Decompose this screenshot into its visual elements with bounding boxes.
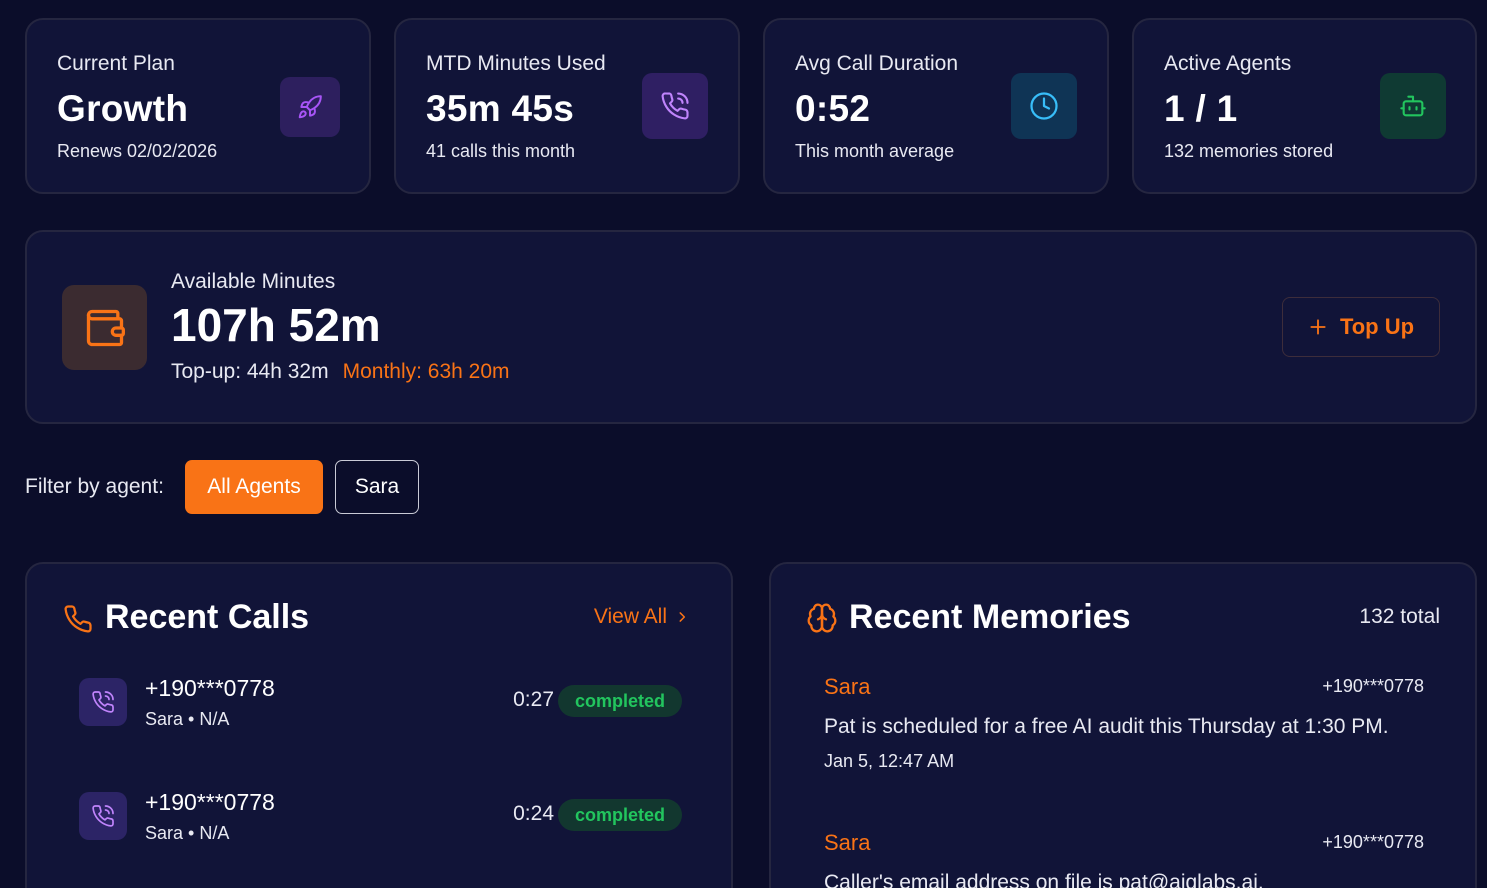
recent-memories-panel: Recent Memories 132 total Sara +190***07…: [769, 562, 1477, 888]
plus-icon: [1310, 319, 1326, 335]
stat-card-current-plan: Current Plan Growth Renews 02/02/2026: [25, 18, 371, 194]
available-minutes-label: Available Minutes: [171, 270, 336, 293]
stat-value: 35m 45s: [426, 88, 575, 129]
stat-label: Current Plan: [57, 52, 175, 75]
stat-card-avg-duration: Avg Call Duration 0:52 This month averag…: [763, 18, 1109, 194]
status-badge: completed: [558, 685, 682, 717]
phone-icon: [64, 605, 92, 633]
view-all-link[interactable]: View All: [594, 605, 689, 629]
clock-icon: [1011, 73, 1077, 139]
memories-total: 132 total: [1359, 605, 1440, 628]
memory-agent: Sara: [824, 674, 871, 699]
memory-text: Caller's email address on file is pat@ai…: [824, 871, 1264, 888]
memory-agent: Sara: [824, 830, 871, 855]
call-row[interactable]: +190***0778 Sara • N/A 0:27 completed: [79, 675, 689, 738]
stat-label: Active Agents: [1164, 52, 1292, 75]
bot-icon: [1380, 73, 1446, 139]
monthly-minutes: Monthly: 63h 20m: [342, 360, 510, 383]
filter-chip-all-agents[interactable]: All Agents: [185, 460, 323, 514]
call-number: +190***0778: [145, 675, 275, 701]
memory-phone: +190***0778: [1322, 832, 1424, 852]
phone-call-icon: [79, 678, 127, 726]
call-row[interactable]: +190***0778 Sara • N/A 0:24 completed: [79, 789, 689, 852]
available-minutes-card: Available Minutes 107h 52m Top-up: 44h 3…: [25, 230, 1477, 424]
chevron-right-icon: [679, 612, 686, 622]
memory-date: Jan 5, 12:47 AM: [824, 751, 955, 771]
memory-item[interactable]: Sara +190***0778 Pat is scheduled for a …: [824, 674, 1424, 774]
filter-chip-sara[interactable]: Sara: [335, 460, 419, 514]
stat-value: 1 / 1: [1164, 88, 1238, 129]
recent-calls-panel: Recent Calls View All +190***0778 Sara •…: [25, 562, 733, 888]
stat-label: MTD Minutes Used: [426, 52, 606, 75]
recent-calls-title: Recent Calls: [105, 598, 310, 636]
status-badge: completed: [558, 799, 682, 831]
call-meta: Sara • N/A: [145, 823, 230, 843]
stat-sub: This month average: [795, 141, 955, 161]
phone-call-icon: [79, 792, 127, 840]
call-number: +190***0778: [145, 789, 275, 815]
memory-phone: +190***0778: [1322, 676, 1424, 696]
call-meta: Sara • N/A: [145, 709, 230, 729]
call-duration: 0:24: [513, 802, 554, 825]
brain-icon: [807, 603, 837, 633]
filter-label: Filter by agent:: [25, 475, 164, 498]
top-up-button[interactable]: Top Up: [1282, 297, 1440, 357]
rocket-icon: [280, 77, 340, 137]
stat-label: Avg Call Duration: [795, 52, 959, 75]
stat-value: 0:52: [795, 88, 871, 129]
stat-sub: Renews 02/02/2026: [57, 141, 218, 161]
memory-item[interactable]: Sara +190***0778 Caller's email address …: [824, 830, 1424, 888]
call-duration: 0:27: [513, 688, 554, 711]
stat-value: Growth: [57, 88, 189, 129]
memory-text: Pat is scheduled for a free AI audit thi…: [824, 715, 1389, 738]
phone-call-icon: [642, 73, 708, 139]
stat-card-mtd-minutes: MTD Minutes Used 35m 45s 41 calls this m…: [394, 18, 740, 194]
top-up-label: Top Up: [1339, 314, 1415, 339]
stat-sub: 41 calls this month: [426, 141, 576, 161]
topup-minutes: Top-up: 44h 32m: [171, 360, 329, 383]
available-minutes-value: 107h 52m: [171, 299, 381, 351]
view-all-label: View All: [593, 605, 667, 628]
recent-memories-title: Recent Memories: [849, 598, 1131, 636]
wallet-icon: [62, 285, 147, 370]
stat-sub: 132 memories stored: [1164, 141, 1334, 161]
stat-card-active-agents: Active Agents 1 / 1 132 memories stored: [1132, 18, 1477, 194]
minutes-breakdown: Top-up: 44h 32m Monthly: 63h 20m: [171, 360, 510, 384]
